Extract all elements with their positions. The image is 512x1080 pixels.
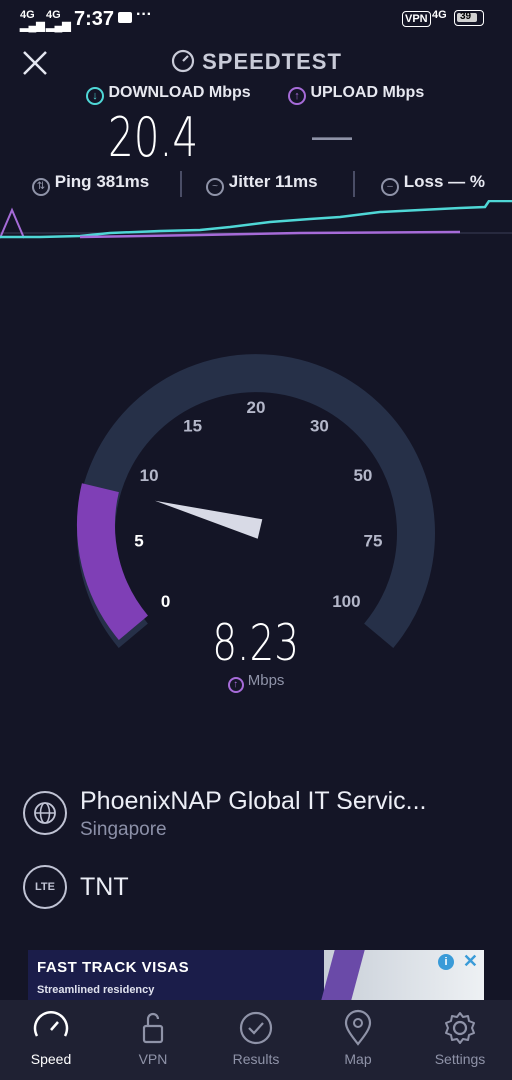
download-value: 20.4	[108, 106, 199, 169]
app-title-text: SPEEDTEST	[202, 49, 342, 74]
jitter-icon: ~	[206, 178, 224, 196]
battery-icon: 39	[454, 10, 484, 26]
gauge-tick-label: 30	[310, 417, 329, 436]
loss-icon: –	[381, 178, 399, 196]
upload-arrow-icon: ↑	[288, 87, 306, 105]
jitter-metric: ~ Jitter 11ms	[206, 172, 318, 196]
nav-speed-label: Speed	[30, 1051, 72, 1067]
battery-level: 39	[460, 11, 472, 22]
signal-indicator-1: 4G ▂▄▆	[20, 10, 45, 32]
nav-results-label: Results	[232, 1051, 280, 1067]
clock: 7:37	[74, 8, 115, 30]
ping-label: Ping	[54, 172, 92, 191]
vpn-badge: VPN	[402, 11, 431, 27]
gauge-tick-label: 0	[161, 592, 170, 611]
upload-label: UPLOAD Mbps	[310, 84, 425, 101]
jitter-value: 11ms	[275, 172, 318, 191]
loss-value: —	[448, 172, 466, 191]
metric-divider	[353, 171, 355, 197]
isp-name[interactable]: TNT	[80, 873, 129, 902]
ping-icon: ⇅	[32, 178, 50, 196]
app-title: SPEEDTEST	[0, 48, 512, 75]
download-arrow-icon: ↓	[86, 87, 104, 105]
upload-spike-line	[0, 207, 25, 239]
nav-map-label: Map	[344, 1051, 372, 1067]
gauge-value-text: 8.23	[212, 614, 300, 672]
signal-bars-icon: ▂▄▆	[46, 20, 71, 32]
unlock-icon	[142, 1012, 164, 1044]
ad-info-icon[interactable]: i	[438, 954, 454, 970]
signal-indicator-2: 4G ▂▄▆	[46, 10, 71, 32]
upload-arrow-icon: ↑	[227, 677, 244, 693]
nav-settings[interactable]: Settings	[410, 1008, 510, 1067]
gauge-tick-label: 20	[247, 398, 266, 417]
ad-subline: Streamlined residency	[37, 984, 155, 996]
map-pin-icon	[344, 1009, 372, 1046]
gauge-value: 8.23	[0, 614, 512, 672]
gauge-unit-text: Mbps	[247, 672, 285, 689]
gauge-tick-label: 75	[364, 531, 383, 550]
ping-metric: ⇅ Ping 381ms	[32, 172, 149, 196]
gauge-fill	[77, 483, 149, 641]
bottom-nav: Speed VPN Results Map Settings	[0, 1000, 512, 1080]
server-name[interactable]: PhoenixNAP Global IT Servic...	[80, 787, 426, 816]
globe-icon	[34, 802, 56, 824]
ping-value: 381ms	[96, 172, 150, 191]
nav-results[interactable]: Results	[206, 1008, 306, 1067]
nav-settings-label: Settings	[434, 1051, 486, 1067]
server-globe-icon	[23, 791, 67, 835]
nav-vpn-label: VPN	[138, 1051, 168, 1067]
network-type: 4G	[432, 9, 447, 21]
ad-close-icon[interactable]: ✕	[463, 951, 478, 972]
gauge-tick-label: 10	[140, 466, 159, 485]
speedometer-icon	[171, 49, 195, 73]
ad-banner[interactable]: FAST TRACK VISAS Streamlined residency i…	[28, 950, 484, 1000]
speed-graph	[0, 200, 512, 239]
upload-value: —	[312, 114, 352, 158]
more-notifications-icon: ···	[136, 6, 152, 23]
gauge-tick-label: 5	[134, 531, 143, 550]
loss-metric: – Loss — %	[381, 172, 485, 196]
upload-header: ↑ UPLOAD Mbps	[288, 84, 424, 105]
ad-headline: FAST TRACK VISAS	[37, 959, 190, 976]
video-icon	[118, 12, 132, 23]
download-label: DOWNLOAD Mbps	[108, 84, 251, 101]
nav-vpn[interactable]: VPN	[103, 1008, 203, 1067]
loss-label: Loss	[403, 172, 444, 191]
nav-speed[interactable]: Speed	[1, 1008, 101, 1067]
status-bar: 4G ▂▄▆ 4G ▂▄▆ 7:37 ··· VPN 4G 39	[0, 0, 512, 40]
loss-unit: %	[469, 172, 486, 191]
gear-icon	[445, 1012, 475, 1044]
speedometer-icon	[33, 1011, 69, 1037]
server-location: Singapore	[80, 819, 167, 840]
signal-bars-icon: ▂▄▆	[20, 20, 45, 32]
download-header: ↓ DOWNLOAD Mbps	[86, 84, 251, 105]
check-circle-icon	[239, 1011, 273, 1045]
lte-icon: LTE	[23, 865, 67, 909]
nav-map[interactable]: Map	[308, 1008, 408, 1067]
gauge-tick-label: 50	[353, 466, 372, 485]
gauge-unit: ↑ Mbps	[0, 672, 512, 693]
metric-divider	[180, 171, 182, 197]
gauge-tick-label: 15	[183, 417, 202, 436]
gauge-needle	[154, 500, 263, 539]
jitter-label: Jitter	[228, 172, 271, 191]
gauge-tick-label: 100	[332, 592, 360, 611]
